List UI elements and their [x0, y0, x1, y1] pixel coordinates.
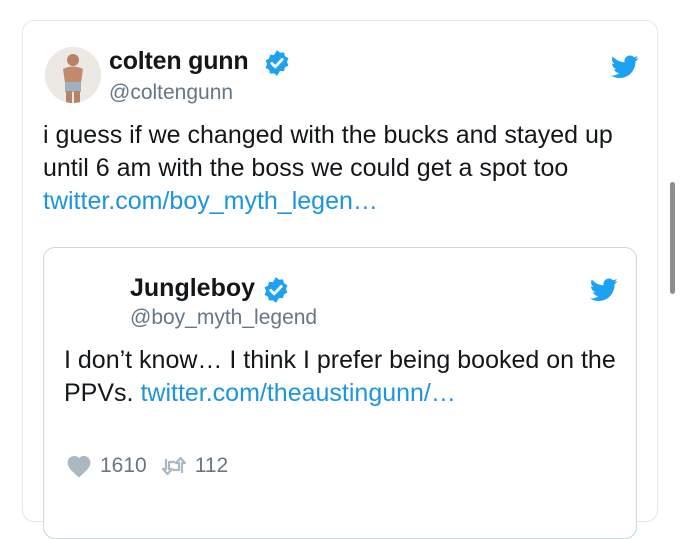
tweet-actions: 1610 112	[66, 452, 228, 480]
verified-badge-icon	[265, 50, 289, 76]
twitter-bird-icon[interactable]	[590, 278, 618, 302]
heart-icon[interactable]	[66, 454, 92, 478]
retweet-count: 112	[194, 454, 229, 477]
avatar-photo	[45, 47, 101, 103]
quoted-tweet-link[interactable]: twitter.com/theaustingunn/…	[140, 379, 455, 407]
tweet-text: i guess if we changed with the bucks and…	[43, 119, 643, 218]
tweet-body: i guess if we changed with the bucks and…	[43, 121, 613, 182]
scrollbar[interactable]	[670, 182, 675, 294]
tweet-card[interactable]: colten gunn @coltengunn i guess if we ch…	[22, 20, 658, 539]
quoted-tweet-text: I don’t know… I think I prefer being boo…	[64, 344, 624, 410]
like-count: 1610	[100, 454, 147, 477]
author-name[interactable]: colten gunn	[109, 47, 249, 76]
verified-badge-icon	[264, 277, 288, 303]
quoted-tweet-card[interactable]: Jungleboy @boy_myth_legend I don’t know……	[43, 247, 637, 539]
author-handle[interactable]: @coltengunn	[109, 81, 233, 105]
quoted-author-handle[interactable]: @boy_myth_legend	[130, 306, 317, 330]
avatar[interactable]	[45, 47, 101, 103]
retweet-icon[interactable]	[161, 456, 187, 476]
tweet-link[interactable]: twitter.com/boy_myth_legen…	[43, 187, 378, 215]
quoted-author-name[interactable]: Jungleboy	[130, 274, 255, 303]
twitter-bird-icon[interactable]	[611, 55, 639, 79]
